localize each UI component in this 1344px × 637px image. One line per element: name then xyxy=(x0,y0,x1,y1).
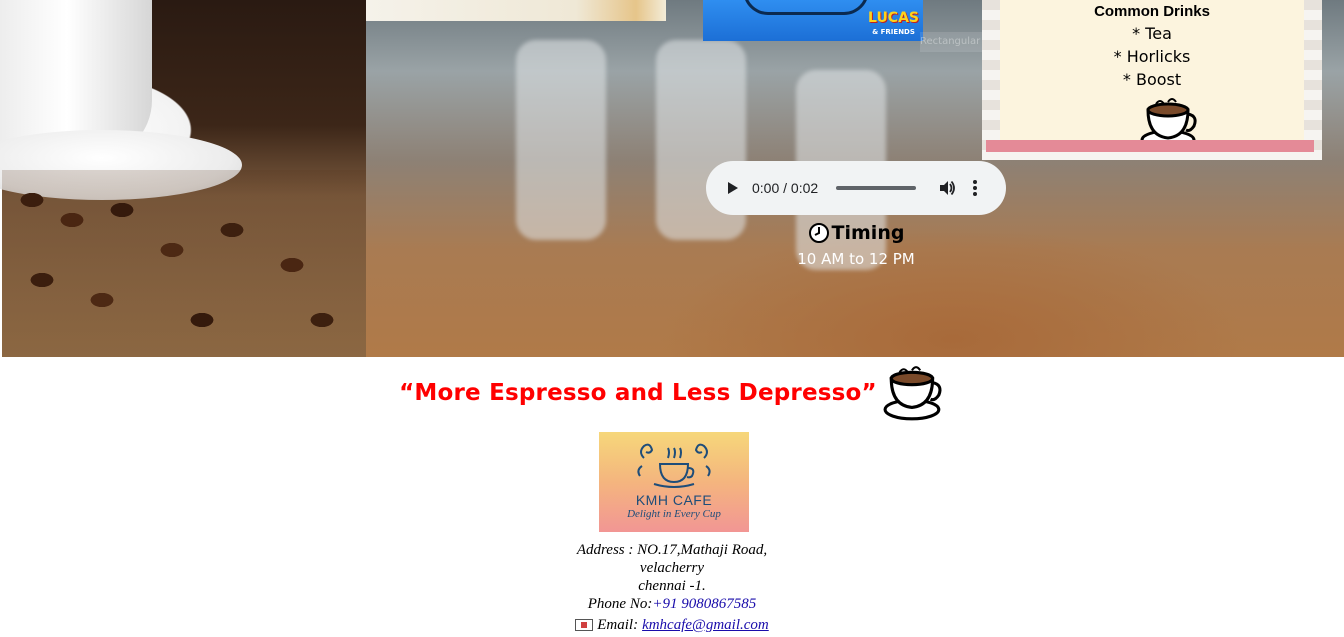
email-link[interactable]: kmhcafe@gmail.com xyxy=(642,616,769,634)
drinks-card-strip xyxy=(986,140,1314,152)
page: LUCAS & FRIENDS Rectangular Strip Common… xyxy=(0,0,1344,637)
phone-label: Phone No: xyxy=(587,596,653,612)
audio-time: 0:00 / 0:02 xyxy=(752,180,819,196)
logo-tagline: Delight in Every Cup xyxy=(627,508,721,520)
timing-hours: 10 AM to 12 PM xyxy=(797,250,915,268)
drinks-title: Common Drinks xyxy=(1094,3,1210,20)
more-options-icon[interactable] xyxy=(972,179,978,197)
phone-link[interactable]: +91 9080867585 xyxy=(652,596,756,612)
hero-banner: LUCAS & FRIENDS Rectangular Strip Common… xyxy=(0,0,1344,357)
contact-info: Address : NO.17,Mathaji Road, velacherry… xyxy=(472,541,872,636)
play-icon[interactable] xyxy=(726,181,740,195)
blurred-chair xyxy=(516,40,606,240)
email-line: Email: kmhcafe@gmail.com xyxy=(575,616,769,634)
logo-cup-icon xyxy=(637,443,711,488)
drinks-card: Common Drinks * Tea * Horlicks * Boost xyxy=(982,0,1322,160)
drinks-card-inner: Common Drinks * Tea * Horlicks * Boost xyxy=(1000,0,1304,151)
phone-line: Phone No:+91 9080867585 xyxy=(472,595,872,613)
timing-block: Timing 10 AM to 12 PM xyxy=(756,222,956,268)
cafe-logo: KMH CAFE Delight in Every Cup xyxy=(599,432,749,532)
drink-item: * Boost xyxy=(1122,70,1182,89)
audio-player[interactable]: 0:00 / 0:02 xyxy=(706,161,1006,215)
cartoon-image: LUCAS & FRIENDS xyxy=(703,0,923,41)
clock-icon xyxy=(808,223,829,243)
cartoon-logo: LUCAS & FRIENDS xyxy=(868,10,919,36)
address-line-3: chennai -1. xyxy=(638,578,706,594)
food-image xyxy=(366,0,666,21)
drink-item: * Tea xyxy=(1132,24,1172,43)
coffee-cup-icon xyxy=(883,366,942,421)
drinks-list: * Tea * Horlicks * Boost xyxy=(1000,22,1304,91)
logo-name: KMH CAFE xyxy=(635,492,713,508)
cartoon-face xyxy=(743,0,869,15)
volume-icon[interactable] xyxy=(938,179,956,197)
address-line-2: velacherry xyxy=(639,560,705,576)
coffee-beans xyxy=(2,170,366,357)
timing-title: Timing xyxy=(831,222,905,244)
coffee-cup-image xyxy=(0,0,366,357)
address-line-1: Address : NO.17,Mathaji Road, xyxy=(576,542,768,558)
tagline-quote: “More Espresso and Less Depresso” xyxy=(399,380,877,406)
drink-item: * Horlicks xyxy=(1113,47,1191,66)
email-label: Email: xyxy=(597,617,639,633)
tagline-row: “More Espresso and Less Depresso” xyxy=(0,363,1344,423)
audio-progress-bar[interactable] xyxy=(836,186,917,190)
timing-heading: Timing xyxy=(808,222,905,244)
mail-icon xyxy=(575,619,594,631)
